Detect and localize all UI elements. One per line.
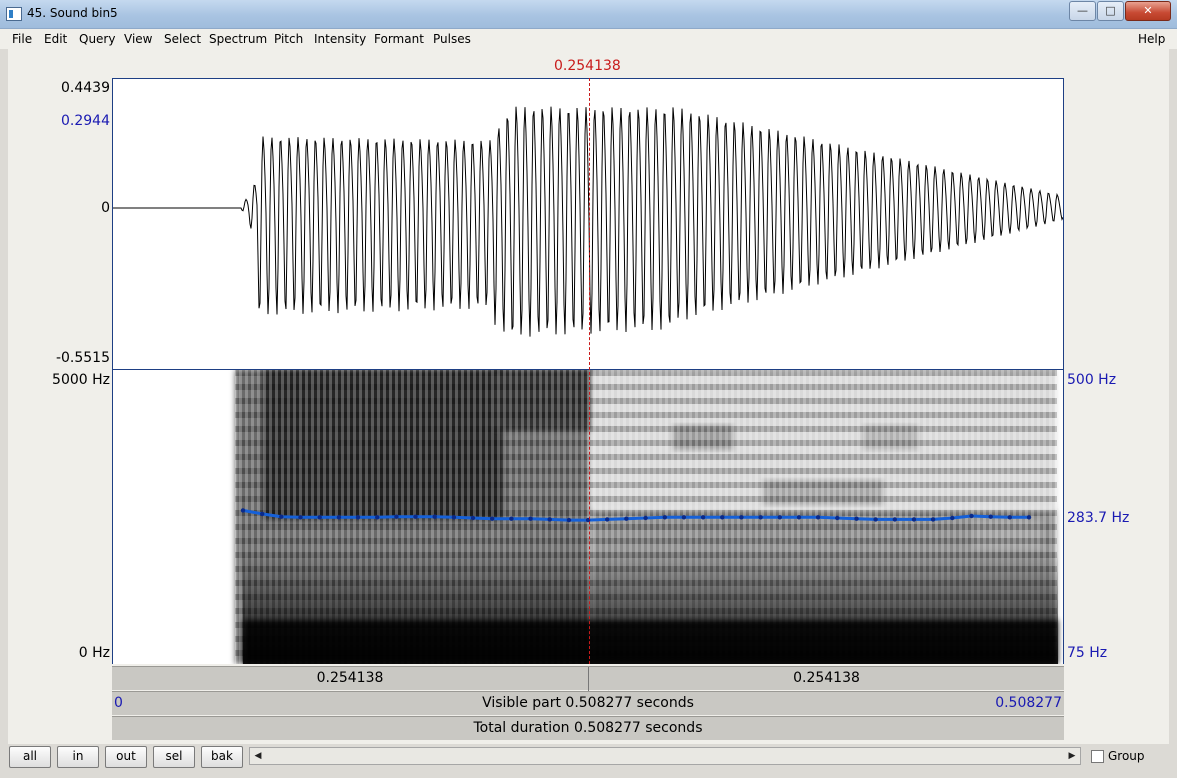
spectrogram-bottom-freq-label: 0 Hz — [78, 645, 110, 661]
total-duration-bar[interactable]: Total duration 0.508277 seconds — [112, 716, 1064, 740]
spectrogram-panel[interactable] — [112, 370, 1064, 664]
pitch-point — [490, 516, 495, 521]
pitch-point — [662, 515, 667, 520]
spectrogram-top-freq-label: 5000 Hz — [52, 372, 110, 388]
scroll-right-icon[interactable]: ▶ — [1065, 749, 1079, 763]
group-checkbox[interactable] — [1091, 750, 1104, 763]
pitch-top-label: 500 Hz — [1067, 372, 1117, 388]
praat-window-icon[interactable] — [6, 7, 22, 21]
menu-query[interactable]: Query — [79, 32, 115, 46]
minimize-button[interactable]: — — [1069, 1, 1096, 21]
pitch-point — [432, 514, 437, 519]
pitch-point — [969, 513, 974, 519]
pitch-point — [854, 516, 859, 521]
pitch-point — [758, 515, 763, 520]
pitch-point — [240, 508, 246, 513]
pitch-value-label: 283.7 Hz — [1067, 510, 1130, 526]
waveform-max-label: 0.4439 — [61, 80, 110, 96]
pitch-point — [777, 515, 782, 520]
pitch-point — [1007, 515, 1012, 520]
pitch-point — [835, 515, 840, 521]
zoom-selection-button[interactable]: sel — [153, 746, 195, 768]
pitch-point — [547, 517, 552, 522]
visible-end-label: 0.508277 — [995, 695, 1062, 711]
right-segment-label[interactable]: 0.254138 — [589, 667, 1064, 691]
waveform-panel[interactable] — [112, 78, 1064, 370]
pitch-point — [681, 515, 687, 520]
sound-editor-canvas[interactable]: 0.254138 0.4439 0.2944 0 -0.5515 5000 Hz… — [8, 49, 1169, 744]
scroll-left-icon[interactable]: ◀ — [251, 749, 265, 763]
menu-select[interactable]: Select — [164, 32, 201, 46]
group-label: Group — [1108, 749, 1145, 763]
pitch-point — [605, 517, 610, 522]
window-title: 45. Sound bin5 — [27, 6, 118, 20]
menu-pulses[interactable]: Pulses — [433, 32, 471, 46]
zoom-all-button[interactable]: all — [9, 746, 51, 768]
pitch-point — [911, 517, 917, 522]
menu-bar: File Edit Query View Select Spectrum Pit… — [0, 29, 1177, 49]
waveform-cursor-value-label: 0.2944 — [61, 113, 110, 129]
time-scrollbar[interactable]: ◀ ▶ — [249, 747, 1081, 765]
menu-file[interactable]: File — [12, 32, 32, 46]
pitch-point — [451, 515, 457, 520]
waveform-plot — [113, 106, 1064, 337]
pitch-point — [279, 514, 284, 519]
spectrogram-plot — [235, 370, 1058, 664]
pitch-bottom-label: 75 Hz — [1067, 645, 1108, 661]
pitch-point — [413, 514, 418, 519]
selection-bar[interactable]: 0.254138 0.254138 — [112, 666, 1064, 691]
pitch-point — [815, 515, 821, 520]
title-bar: 45. Sound bin5 — □ ✕ — [0, 0, 1177, 29]
pitch-point — [700, 515, 706, 520]
left-segment-label[interactable]: 0.254138 — [112, 667, 588, 691]
pitch-point — [643, 515, 648, 521]
menu-pitch[interactable]: Pitch — [274, 32, 303, 46]
menu-view[interactable]: View — [124, 32, 152, 46]
visible-part-bar[interactable]: 0 Visible part 0.508277 seconds 0.508277 — [112, 691, 1064, 715]
menu-formant[interactable]: Formant — [374, 32, 424, 46]
pitch-point — [355, 515, 361, 520]
pitch-point — [988, 514, 993, 519]
pitch-point — [796, 515, 802, 520]
zoom-in-button[interactable]: in — [57, 746, 99, 768]
pitch-point — [873, 517, 878, 522]
bottom-controls: all in out sel bak ◀ ▶ Group — [0, 744, 1177, 778]
menu-intensity[interactable]: Intensity — [314, 32, 366, 46]
waveform-min-label: -0.5515 — [55, 350, 110, 366]
close-button[interactable]: ✕ — [1125, 1, 1171, 21]
menu-spectrum[interactable]: Spectrum — [209, 32, 267, 46]
pitch-point — [739, 515, 744, 520]
pitch-point — [566, 517, 572, 523]
menu-edit[interactable]: Edit — [44, 32, 67, 46]
pitch-point — [509, 516, 514, 521]
pitch-point — [298, 515, 303, 520]
visible-part-label: Visible part 0.508277 seconds — [482, 695, 694, 711]
pitch-point — [930, 517, 936, 522]
pitch-point — [720, 515, 725, 520]
total-duration-label: Total duration 0.508277 seconds — [473, 720, 703, 736]
pitch-point — [892, 517, 897, 522]
zoom-out-button[interactable]: out — [105, 746, 147, 768]
zoom-back-button[interactable]: bak — [201, 746, 243, 768]
pitch-point — [470, 515, 476, 521]
pitch-point — [950, 515, 955, 521]
pitch-point — [624, 516, 629, 521]
cursor-line[interactable] — [589, 78, 590, 664]
pitch-point — [528, 516, 533, 521]
maximize-button[interactable]: □ — [1097, 1, 1124, 21]
waveform-zero-label: 0 — [101, 200, 110, 216]
pitch-point — [260, 511, 265, 517]
cursor-time-label: 0.254138 — [554, 58, 621, 74]
pitch-point — [394, 514, 399, 519]
pitch-point — [1026, 515, 1032, 520]
menu-help[interactable]: Help — [1138, 32, 1165, 46]
pitch-point — [336, 515, 342, 520]
waveform-trace — [113, 106, 1064, 337]
pitch-point — [317, 515, 322, 520]
pitch-point — [375, 515, 380, 520]
